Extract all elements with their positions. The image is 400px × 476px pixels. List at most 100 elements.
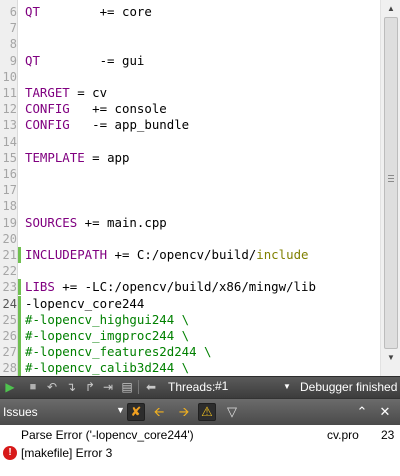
- code-editor[interactable]: 6 QT += core 7 8 9 QT -= gui 10 11 TARGET = cv 12…: [0, 0, 400, 376]
- issue-line: 23: [381, 428, 395, 442]
- code-token: -lopencv_core244: [25, 295, 145, 311]
- modified-line-marker: [18, 279, 21, 296]
- next-item-icon[interactable]: 🡪: [175, 403, 193, 421]
- thumb-grip-icon: [388, 175, 394, 176]
- code-token: CONFIG: [25, 117, 70, 133]
- code-token: += core: [39, 4, 152, 19]
- code-line[interactable]: 24 -lopencv_core244: [0, 295, 380, 312]
- issues-pane-header: Issues ▼ ✘ 🡨 🡪 ⚠ ▽ ⌃ ✕: [0, 398, 400, 425]
- error-icon: !: [3, 446, 17, 460]
- modified-line-marker: [18, 344, 21, 361]
- thumb-grip-icon: [388, 181, 394, 182]
- line-number: 19: [2, 215, 17, 230]
- code-token: SOURCES: [25, 214, 78, 230]
- warnings-filter-icon[interactable]: ⚠: [198, 403, 216, 421]
- code-line[interactable]: 18: [0, 198, 380, 214]
- thumb-grip-icon: [388, 178, 394, 179]
- line-number: 18: [2, 199, 17, 214]
- code-line[interactable]: 16: [0, 166, 380, 182]
- code-line[interactable]: 11 TARGET = cv: [0, 85, 380, 101]
- maximize-pane-icon[interactable]: ⌃: [353, 403, 371, 421]
- code-line[interactable]: 14: [0, 134, 380, 150]
- line-number: 25: [2, 312, 17, 327]
- line-number: 6: [9, 5, 17, 19]
- pane-selector-chevron-icon[interactable]: ▼: [116, 405, 125, 415]
- line-number: 15: [2, 150, 17, 165]
- modified-line-marker: [18, 328, 21, 344]
- code-line[interactable]: 7: [0, 20, 380, 36]
- line-number: 8: [9, 37, 17, 52]
- code-token: #-lopencv_imgproc244 \: [25, 328, 190, 343]
- threads-value: #1: [215, 379, 229, 393]
- code-line[interactable]: 13 CONFIG -= app_bundle: [0, 117, 380, 133]
- line-number: 12: [2, 102, 17, 117]
- line-number: 16: [2, 167, 17, 181]
- code-text: CONFIG += console: [25, 101, 167, 117]
- toolbar-separator: [138, 380, 139, 394]
- code-text: #-lopencv_calib3d244 \: [25, 360, 189, 376]
- debug-toolbar: ▶ ■ ↶ ↴ ↱ ⇥ ▤ ⬅ Threads: #1 ▼ Debugger f…: [0, 376, 400, 398]
- filter-icon[interactable]: ▽: [223, 403, 241, 421]
- continue-icon[interactable]: ▶: [2, 379, 18, 395]
- code-line[interactable]: 17: [0, 182, 380, 198]
- debugger-status: Debugger finished: [300, 380, 398, 394]
- scroll-up-icon[interactable]: ▲: [381, 0, 400, 17]
- show-tasks-toggle-icon[interactable]: ✘: [127, 403, 145, 421]
- vertical-scrollbar[interactable]: ▲ ▼: [380, 0, 400, 376]
- code-line[interactable]: 23 LIBS += -LC:/opencv/build/x86/mingw/li…: [0, 279, 380, 296]
- code-line[interactable]: 8: [0, 36, 380, 52]
- code-line[interactable]: 20: [0, 231, 380, 247]
- code-token: = app: [84, 149, 130, 165]
- code-token: += -LC:/opencv/build/x86/mingw/lib: [54, 279, 316, 295]
- modified-line-marker: [18, 295, 21, 312]
- code-text: QT += core: [25, 4, 152, 20]
- code-token: INCLUDEPATH: [25, 247, 108, 262]
- code-line[interactable]: 10: [0, 69, 380, 85]
- code-token: #-lopencv_highgui244 \: [25, 311, 190, 327]
- code-token: += main.cpp: [77, 214, 167, 230]
- line-number: 26: [2, 329, 17, 343]
- scroll-down-icon[interactable]: ▼: [381, 349, 400, 366]
- code-line[interactable]: 12 CONFIG += console: [0, 101, 380, 117]
- code-line[interactable]: 27 #-lopencv_features2d244 \: [0, 344, 380, 361]
- code-text: CONFIG -= app_bundle: [25, 117, 189, 133]
- code-token: -= app_bundle: [69, 117, 190, 133]
- code-line[interactable]: 15 TEMPLATE = app: [0, 150, 380, 166]
- code-text: TARGET = cv: [25, 85, 107, 101]
- reverse-direction-icon[interactable]: ⬅: [143, 379, 159, 395]
- code-text: SOURCES += main.cpp: [25, 215, 167, 231]
- step-over-icon[interactable]: ↶: [44, 379, 60, 395]
- code-line[interactable]: 19 SOURCES += main.cpp: [0, 215, 380, 231]
- code-line[interactable]: 28 #-lopencv_calib3d244 \: [0, 360, 380, 376]
- issue-description: [makefile] Error 3: [21, 446, 113, 460]
- line-number: 11: [2, 86, 17, 100]
- issue-description: Parse Error ('-lopencv_core244'): [21, 428, 194, 442]
- disassembly-icon[interactable]: ▤: [119, 379, 135, 395]
- step-into-icon[interactable]: ↴: [63, 379, 79, 395]
- issue-row[interactable]: Parse Error ('-lopencv_core244') cv.pro …: [0, 426, 400, 444]
- code-text: INCLUDEPATH += C:/opencv/build/include: [25, 247, 308, 263]
- code-token: = cv: [69, 85, 108, 100]
- run-to-line-icon[interactable]: ⇥: [100, 379, 116, 395]
- previous-item-icon[interactable]: 🡨: [150, 403, 168, 421]
- code-line[interactable]: 21 INCLUDEPATH += C:/opencv/build/include: [0, 247, 380, 263]
- line-number: 9: [9, 53, 17, 68]
- scrollbar-thumb[interactable]: [384, 17, 398, 349]
- threads-dropdown[interactable]: #1 ▼: [204, 378, 291, 395]
- code-line[interactable]: 26 #-lopencv_imgproc244 \: [0, 328, 380, 344]
- code-line[interactable]: 25 #-lopencv_highgui244 \: [0, 311, 380, 328]
- issue-file: cv.pro: [327, 428, 359, 442]
- code-area[interactable]: 6 QT += core 7 8 9 QT -= gui 10 11 TARGET = cv 12…: [0, 0, 380, 376]
- line-number: 7: [9, 21, 17, 36]
- issues-title: Issues: [3, 405, 38, 419]
- issue-row[interactable]: ! [makefile] Error 3: [0, 444, 400, 462]
- close-pane-icon[interactable]: ✕: [376, 403, 394, 421]
- stop-icon[interactable]: ■: [25, 379, 41, 395]
- line-number: 24: [2, 296, 17, 311]
- code-token: include: [256, 247, 309, 262]
- code-line[interactable]: 22: [0, 263, 380, 279]
- code-text: QT -= gui: [25, 53, 144, 69]
- step-out-icon[interactable]: ↱: [82, 379, 98, 395]
- code-line[interactable]: 9 QT -= gui: [0, 53, 380, 69]
- code-line[interactable]: 6 QT += core: [0, 4, 380, 20]
